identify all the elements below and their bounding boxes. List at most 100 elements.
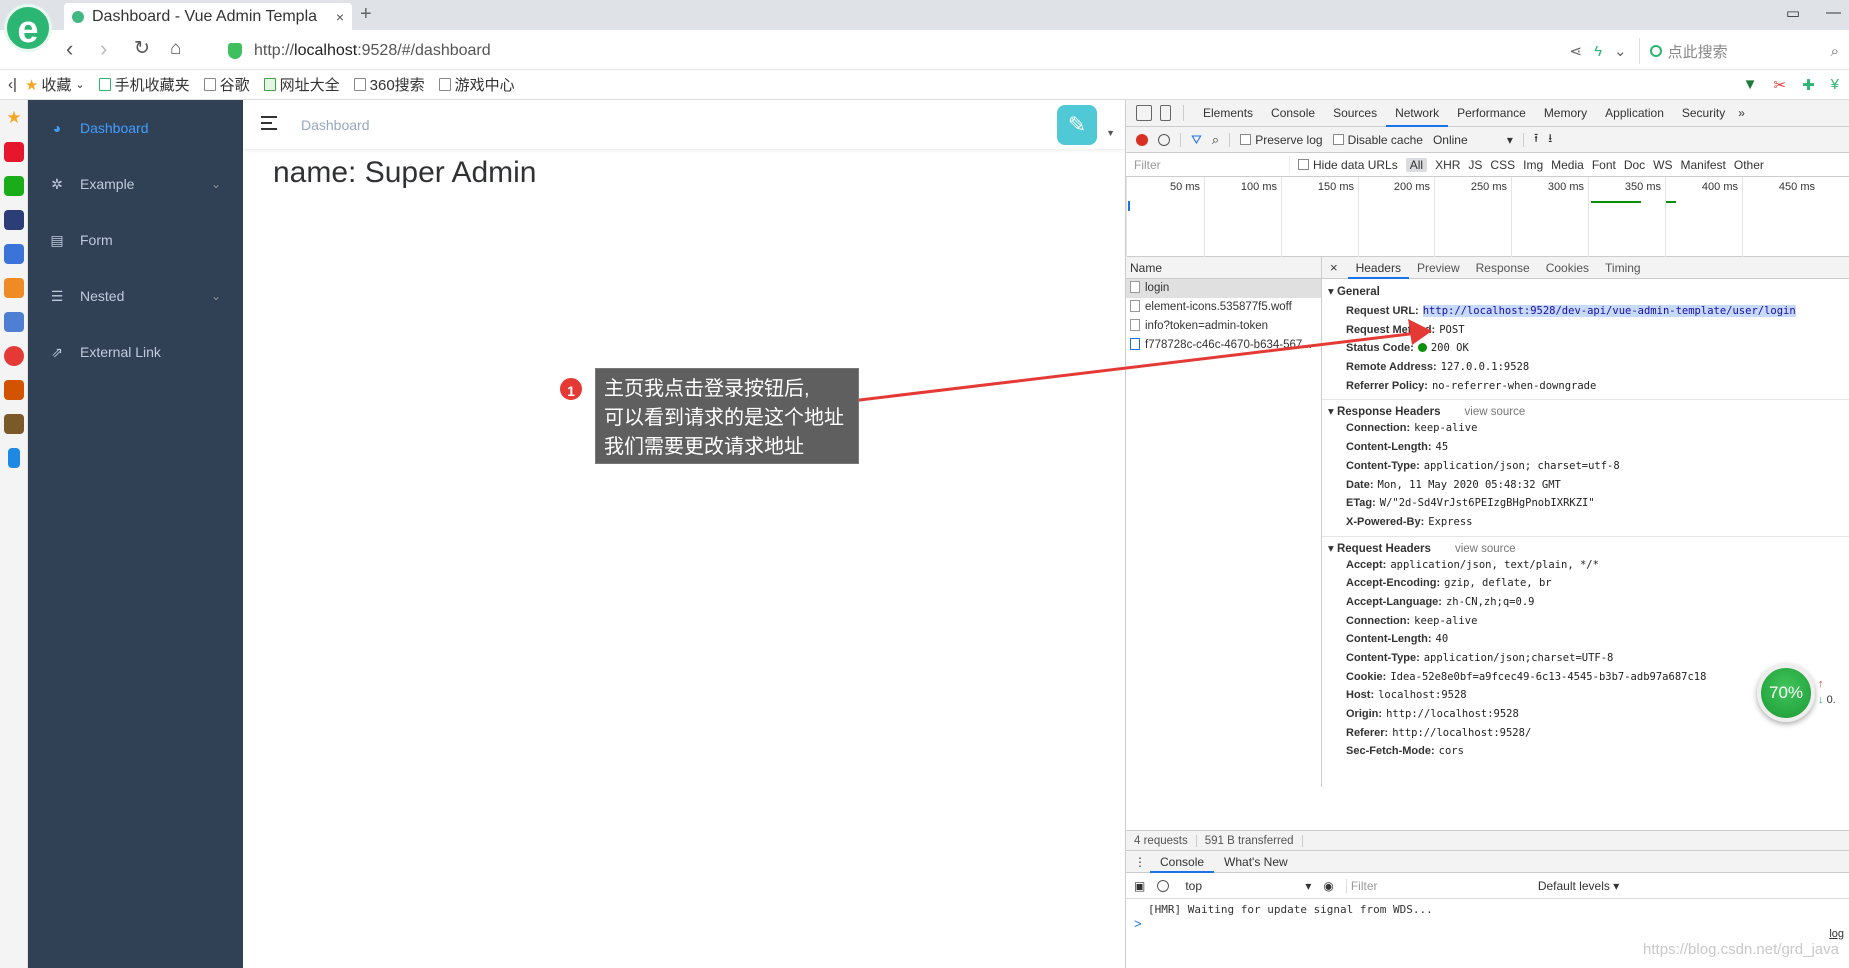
sidebar-item-form[interactable]: ▤ Form	[28, 212, 243, 268]
wallet-icon[interactable]: ¥	[1831, 76, 1839, 94]
tab-elements[interactable]: Elements	[1194, 100, 1262, 127]
view-source-link[interactable]: view source	[1465, 406, 1526, 418]
back-icon[interactable]: ‹	[66, 38, 73, 60]
preserve-log-checkbox[interactable]: Preserve log	[1240, 133, 1323, 147]
vue-devtools-icon[interactable]: ▼	[1743, 76, 1758, 94]
novel-icon[interactable]	[4, 278, 24, 298]
clear-console-icon[interactable]	[1157, 879, 1170, 892]
device-toolbar-icon[interactable]	[1160, 105, 1171, 121]
search-input[interactable]: 点此搜索	[1638, 38, 1819, 64]
tab-whats-new[interactable]: What's New	[1214, 851, 1298, 873]
hamburger-icon[interactable]	[261, 116, 277, 130]
browser-logo-icon[interactable]: e	[4, 4, 52, 52]
console-prompt[interactable]: >	[1126, 916, 1849, 931]
type-filter-manifest[interactable]: Manifest	[1681, 158, 1726, 172]
tab-headers[interactable]: Headers	[1347, 257, 1409, 279]
mail-icon[interactable]	[4, 176, 24, 196]
eye-icon[interactable]: ◉	[1323, 879, 1333, 893]
hide-data-urls-checkbox[interactable]: Hide data URLs	[1298, 158, 1398, 172]
minimize-icon[interactable]: —	[1826, 4, 1841, 22]
console-filter-input[interactable]: Filter	[1345, 878, 1526, 893]
extension-icon[interactable]: ✚	[1802, 76, 1815, 94]
type-filter-xhr[interactable]: XHR	[1435, 158, 1460, 172]
tab-sources[interactable]: Sources	[1324, 100, 1386, 127]
view-source-link[interactable]: view source	[1455, 543, 1516, 555]
tab-preview[interactable]: Preview	[1409, 257, 1468, 279]
type-filter-js[interactable]: JS	[1468, 158, 1482, 172]
tab-performance[interactable]: Performance	[1448, 100, 1535, 127]
type-filter-font[interactable]: Font	[1592, 158, 1616, 172]
bookmark-360search[interactable]: 360搜索	[353, 74, 425, 95]
search-icon[interactable]: ⌕	[1831, 43, 1839, 60]
request-row[interactable]: element-icons.535877f5.woff	[1126, 298, 1321, 317]
search-icon[interactable]: ⌕	[1212, 132, 1219, 148]
context-select[interactable]: top ▾	[1181, 879, 1311, 893]
reload-icon[interactable]: ↻	[134, 38, 150, 60]
bookmark-favorites[interactable]: ★ 收藏 ⌄	[25, 74, 85, 95]
browser-tab[interactable]: Dashboard - Vue Admin Templa ×	[64, 3, 352, 30]
type-filter-other[interactable]: Other	[1734, 158, 1764, 172]
bookmark-sites[interactable]: 网址大全	[263, 74, 340, 95]
disable-cache-checkbox[interactable]: Disable cache	[1332, 133, 1423, 147]
chevron-down-icon[interactable]: ⌄	[1614, 42, 1627, 60]
request-headers-section-header[interactable]: ▾ Request Headers view source	[1322, 535, 1849, 556]
clear-icon[interactable]	[1158, 133, 1170, 146]
tab-console-drawer[interactable]: Console	[1150, 851, 1215, 873]
inspect-icon[interactable]	[1136, 105, 1152, 121]
tab-memory[interactable]: Memory	[1535, 100, 1596, 127]
docs-icon[interactable]	[4, 244, 24, 264]
tab-network[interactable]: Network	[1386, 100, 1449, 127]
home-icon[interactable]: ⌂	[170, 38, 181, 60]
scissors-icon[interactable]: ✂	[1774, 76, 1787, 94]
restore-icon[interactable]: ▭	[1786, 4, 1800, 22]
tab-application[interactable]: Application	[1596, 100, 1673, 127]
mini-program-icon[interactable]	[4, 346, 24, 366]
news-icon[interactable]	[4, 210, 24, 230]
sidebar-toggle-icon[interactable]: ▣	[1134, 879, 1145, 893]
new-tab-button[interactable]: +	[360, 3, 372, 26]
request-url-value[interactable]: http://localhost:9528/dev-api/vue-admin-…	[1422, 305, 1796, 317]
weibo-icon[interactable]	[4, 142, 24, 162]
tab-response[interactable]: Response	[1468, 257, 1538, 279]
tab-cookies[interactable]: Cookies	[1538, 257, 1597, 279]
caret-down-icon[interactable]: ▼	[1106, 128, 1115, 138]
drawer-menu-icon[interactable]: ⋮	[1126, 855, 1150, 869]
share-icon[interactable]: ⋖	[1569, 42, 1582, 60]
sidebar-item-external-link[interactable]: ⇗ External Link	[28, 324, 243, 380]
bookmark-mobile[interactable]: 手机收藏夹	[98, 74, 190, 95]
tab-console[interactable]: Console	[1262, 100, 1324, 127]
type-filter-css[interactable]: CSS	[1490, 158, 1515, 172]
throttling-select[interactable]: Online ▾	[1433, 133, 1513, 147]
export-har-icon[interactable]: ⭳	[1548, 129, 1552, 150]
type-filter-ws[interactable]: WS	[1653, 158, 1672, 172]
request-row[interactable]: f778728c-c46c-4670-b634-567...	[1126, 336, 1321, 355]
close-icon[interactable]: ×	[1322, 260, 1348, 275]
game-icon[interactable]	[4, 380, 24, 400]
sidebar-item-nested[interactable]: ☰ Nested ⌄	[28, 268, 243, 324]
response-headers-section-header[interactable]: ▾ Response Headers view source	[1322, 399, 1849, 419]
lightning-icon[interactable]: ϟ	[1594, 43, 1602, 60]
forward-icon[interactable]: ›	[100, 38, 107, 60]
type-filter-all[interactable]: All	[1405, 157, 1428, 172]
tab-security[interactable]: Security	[1673, 100, 1734, 127]
request-row[interactable]: info?token=admin-token	[1126, 317, 1321, 336]
tab-timing[interactable]: Timing	[1597, 257, 1649, 279]
game-icon[interactable]	[4, 312, 24, 332]
p-icon[interactable]	[8, 448, 20, 468]
record-icon[interactable]	[1136, 133, 1148, 146]
avatar[interactable]: ✎	[1057, 105, 1097, 145]
general-section-header[interactable]: ▾ General	[1322, 282, 1849, 302]
type-filter-img[interactable]: Img	[1523, 158, 1543, 172]
request-row[interactable]: login	[1126, 279, 1321, 298]
type-filter-doc[interactable]: Doc	[1624, 158, 1645, 172]
network-timeline-overview[interactable]: 50 ms 100 ms 150 ms 200 ms 250 ms 300 ms…	[1126, 177, 1849, 257]
bookmark-google[interactable]: 谷歌	[203, 74, 250, 95]
sidebar-item-dashboard[interactable]: ◕ Dashboard	[28, 100, 243, 156]
bookmark-games[interactable]: 游戏中心	[438, 74, 515, 95]
name-column-header[interactable]: Name	[1126, 257, 1321, 279]
type-filter-media[interactable]: Media	[1551, 158, 1584, 172]
message-source-link[interactable]: log	[1829, 928, 1844, 940]
url-field[interactable]: http://localhost:9528/#/dashboard	[228, 39, 491, 63]
tab-close-button[interactable]: ×	[336, 9, 344, 25]
import-har-icon[interactable]: ⭱	[1534, 129, 1538, 150]
